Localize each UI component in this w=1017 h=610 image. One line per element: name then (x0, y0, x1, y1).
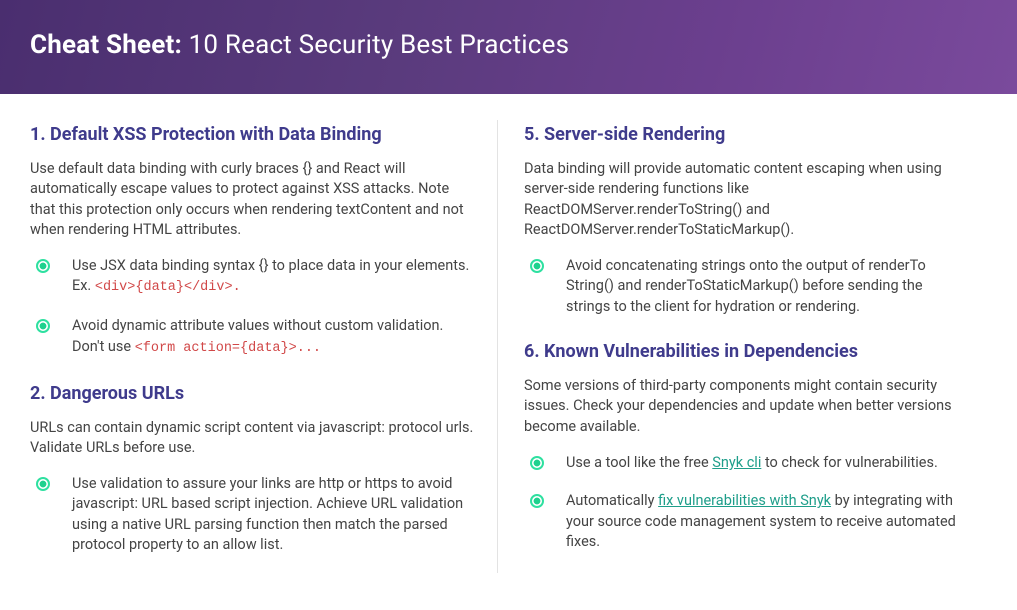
left-column: 1. Default XSS Protection with Data Bind… (30, 120, 497, 573)
section-2-desc: URLs can contain dynamic script content … (30, 418, 475, 459)
section-5-bullet-1: Avoid concatenating strings onto the out… (524, 256, 969, 317)
title-bold: Cheat Sheet: (30, 30, 182, 60)
content-area: 1. Default XSS Protection with Data Bind… (0, 94, 1017, 583)
bullet-text-pre: Use a tool like the free (566, 454, 712, 471)
bullet-icon (36, 319, 50, 333)
bullet-text: Avoid concatenating strings onto the out… (566, 256, 969, 317)
bullet-text: Use validation to assure your links are … (72, 474, 475, 555)
section-2-bullet-1: Use validation to assure your links are … (30, 474, 475, 555)
bullet-icon (530, 456, 544, 470)
section-6-bullet-1: Use a tool like the free Snyk cli to che… (524, 453, 969, 473)
section-6-title: 6. Known Vulnerabilities in Dependencies (524, 341, 969, 362)
section-2-title: 2. Dangerous URLs (30, 383, 475, 404)
section-1-bullet-1: Use JSX data binding syntax {} to place … (30, 256, 475, 298)
bullet-icon (530, 494, 544, 508)
section-1-desc: Use default data binding with curly brac… (30, 159, 475, 240)
section-6-bullet-2: Automatically fix vulnerabilities with S… (524, 491, 969, 552)
bullet-text-post: to check for vulnerabilities. (761, 454, 937, 471)
snyk-cli-link[interactable]: Snyk cli (712, 454, 761, 471)
bullet-text: Use a tool like the free Snyk cli to che… (566, 453, 969, 473)
fix-vulnerabilities-link[interactable]: fix vulnerabilities with Snyk (658, 492, 831, 509)
page-header: Cheat Sheet: 10 React Security Best Prac… (0, 0, 1017, 94)
title-rest: 10 React Security Best Practices (182, 30, 569, 60)
section-1-bullet-2: Avoid dynamic attribute values without c… (30, 316, 475, 358)
section-6-desc: Some versions of third-party components … (524, 376, 969, 437)
bullet-text-pre: Automatically (566, 492, 658, 509)
section-5-title: 5. Server-side Rendering (524, 124, 969, 145)
section-1-title: 1. Default XSS Protection with Data Bind… (30, 124, 475, 145)
bullet-icon (530, 259, 544, 273)
page-title: Cheat Sheet: 10 React Security Best Prac… (30, 30, 987, 60)
bullet-text: Avoid dynamic attribute values without c… (72, 316, 475, 358)
section-5-desc: Data binding will provide automatic cont… (524, 159, 969, 240)
bullet-text: Automatically fix vulnerabilities with S… (566, 491, 969, 552)
bullet-text: Use JSX data binding syntax {} to place … (72, 256, 475, 298)
code-snippet: <form action={data}>... (135, 341, 321, 356)
right-column: 5. Server-side Rendering Data binding wi… (497, 120, 987, 573)
bullet-icon (36, 259, 50, 273)
code-snippet: <div>{data}</div>. (95, 280, 241, 295)
bullet-icon (36, 477, 50, 491)
